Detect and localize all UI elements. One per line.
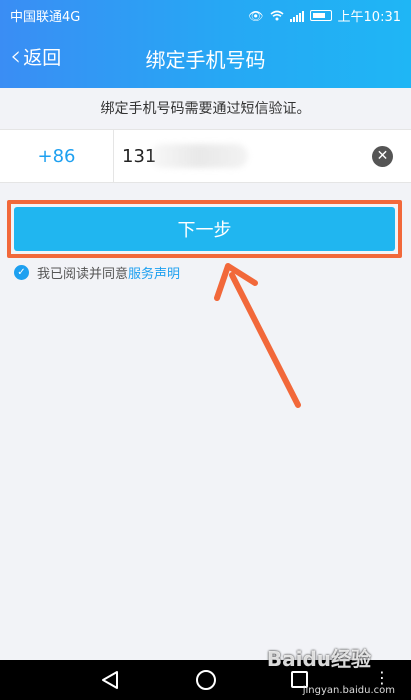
status-time: 上午10:31	[337, 10, 401, 25]
agreement-text: 我已阅读并同意	[37, 267, 129, 282]
next-step-button[interactable]: 下一步	[14, 207, 395, 251]
title-bar: ‹ 返回 绑定手机号码	[0, 28, 411, 88]
watermark-url: jingyan.baidu.com	[302, 685, 395, 696]
redacted-digits	[150, 144, 248, 168]
country-code-selector[interactable]: +86	[0, 130, 114, 182]
clear-icon[interactable]: ✕	[372, 146, 393, 167]
signal-icon	[289, 10, 304, 22]
battery-icon	[309, 10, 332, 21]
eye-icon: 👁	[248, 8, 264, 23]
agreement-row: ✓ 我已阅读并同意 服务声明	[14, 263, 180, 282]
status-icons: 👁 上午10:31	[248, 6, 401, 26]
nav-home-icon[interactable]	[196, 670, 216, 690]
sms-notice: 绑定手机号码需要通过短信验证。	[100, 101, 311, 117]
service-terms-link[interactable]: 服务声明	[128, 263, 180, 282]
carrier-label: 中国联通4G	[10, 10, 81, 25]
checkbox-checked-icon[interactable]: ✓	[14, 265, 29, 280]
phone-field-row: +86 ✕	[0, 129, 411, 183]
wifi-icon	[270, 10, 284, 21]
nav-back-icon[interactable]	[101, 670, 119, 690]
status-bar: 中国联通4G 👁 上午10:31	[0, 0, 411, 28]
watermark-logo: Baidu经验	[266, 647, 371, 671]
page-title: 绑定手机号码	[145, 48, 266, 72]
